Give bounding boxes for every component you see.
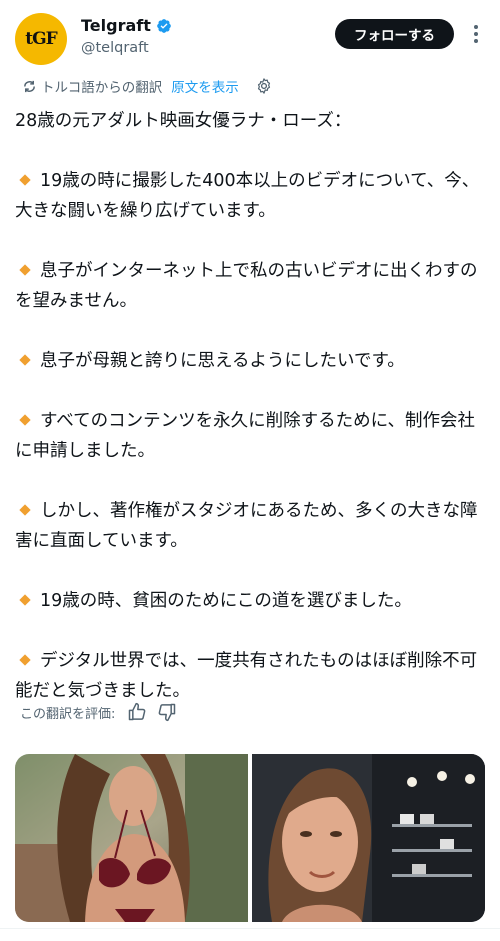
orange-diamond-icon — [19, 503, 31, 516]
tweet-text: 28歳の元アダルト映画女優ラナ・ローズ： 19歳の時に撮影した400本以上のビデ… — [15, 106, 487, 706]
orange-diamond-icon — [19, 353, 31, 366]
tweet-point: 息子が母親と誇りに思えるようにしたいです。 — [15, 346, 487, 376]
follow-button[interactable]: フォローする — [335, 19, 454, 49]
photo-woman-indoors — [252, 754, 485, 922]
attached-photo-1[interactable] — [15, 754, 248, 922]
verified-badge-icon — [157, 18, 171, 33]
orange-diamond-icon — [19, 173, 31, 186]
orange-diamond-icon — [19, 653, 31, 666]
attached-photo-2[interactable] — [252, 754, 485, 922]
rate-translation-label: この翻訳を評価: — [20, 706, 116, 722]
avatar[interactable]: tGF — [15, 13, 67, 65]
tweet-point: 19歳の時、貧困のためにこの道を選びました。 — [15, 586, 487, 616]
tweet-point: すべてのコンテンツを永久に削除するために、制作会社に申請しました。 — [15, 411, 476, 461]
divider — [0, 928, 500, 929]
gear-icon[interactable] — [255, 77, 273, 95]
rate-translation-bar: この翻訳を評価: — [20, 700, 177, 724]
orange-diamond-icon — [19, 413, 31, 426]
orange-diamond-icon — [19, 593, 31, 606]
translate-icon — [24, 80, 35, 92]
tweet-intro: 28歳の元アダルト映画女優ラナ・ローズ： — [15, 111, 352, 131]
thumbs-down-icon[interactable] — [157, 702, 177, 722]
tweet-point: 息子がインターネット上で私の古いビデオに出くわすのを望みません。 — [15, 261, 478, 311]
tweet-point: 19歳の時に撮影した400本以上のビデオについて、今、大きな闘いを繰り広げていま… — [15, 171, 480, 221]
more-options-button[interactable] — [466, 22, 486, 46]
account-name[interactable]: Telgraft — [81, 16, 151, 35]
photo-woman-swimsuit — [15, 754, 248, 922]
account-name-row[interactable]: Telgraft — [81, 16, 172, 35]
show-original-link[interactable]: 原文を表示 — [171, 76, 239, 96]
translated-from-label: トルコ語からの翻訳 — [41, 80, 163, 96]
account-handle[interactable]: @telqraft — [81, 40, 149, 56]
thumbs-up-icon[interactable] — [127, 702, 147, 722]
tweet-point: しかし、著作権がスタジオにあるため、多くの大きな障害に直面しています。 — [15, 501, 478, 551]
more-vertical-icon — [474, 25, 478, 43]
tweet-point: デジタル世界では、一度共有されたものはほぼ削除不可能だと気づきました。 — [15, 651, 478, 701]
orange-diamond-icon — [19, 263, 31, 276]
translation-bar: トルコ語からの翻訳 原文を表示 — [22, 75, 273, 97]
